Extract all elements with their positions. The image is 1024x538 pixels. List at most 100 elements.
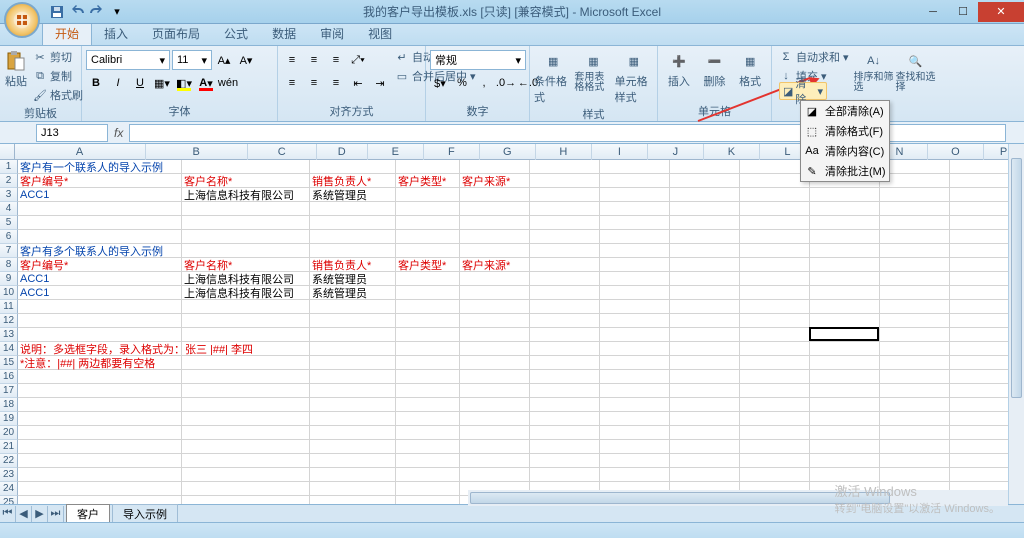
cell-F21[interactable] [530, 440, 600, 454]
percent-button[interactable]: % [452, 73, 472, 93]
cell-E23[interactable] [460, 468, 530, 482]
cell-F11[interactable] [530, 300, 600, 314]
align-left-button[interactable]: ≡ [282, 73, 302, 93]
cell-F10[interactable] [530, 286, 600, 300]
cell-F17[interactable] [530, 384, 600, 398]
cell-E15[interactable] [460, 356, 530, 370]
cell-B21[interactable] [182, 440, 310, 454]
cell-H3[interactable] [670, 188, 740, 202]
cell-F2[interactable] [530, 174, 600, 188]
font-name-combo[interactable]: Calibri▾ [86, 50, 170, 70]
cell-H20[interactable] [670, 426, 740, 440]
cell-K14[interactable] [880, 342, 950, 356]
row-header-24[interactable]: 24 [0, 482, 18, 496]
bold-button[interactable]: B [86, 73, 106, 93]
cell-G1[interactable] [600, 160, 670, 174]
cell-J19[interactable] [810, 412, 880, 426]
col-header-E[interactable]: E [368, 144, 424, 160]
cell-D14[interactable] [396, 342, 460, 356]
paste-button[interactable]: 粘贴 [4, 48, 28, 89]
cell-E6[interactable] [460, 230, 530, 244]
sheet-tab-0[interactable]: 客户 [66, 504, 110, 523]
row-header-23[interactable]: 23 [0, 468, 18, 482]
phonetic-button[interactable]: wén [218, 73, 238, 93]
cell-A23[interactable] [18, 468, 182, 482]
copy-button[interactable]: ⧉复制 [30, 67, 86, 85]
cell-I3[interactable] [740, 188, 810, 202]
undo-icon[interactable] [68, 3, 86, 21]
cell-K21[interactable] [880, 440, 950, 454]
row-header-2[interactable]: 2 [0, 174, 18, 188]
cell-F19[interactable] [530, 412, 600, 426]
cell-C21[interactable] [310, 440, 396, 454]
cell-H2[interactable] [670, 174, 740, 188]
cell-I20[interactable] [740, 426, 810, 440]
find-select-button[interactable]: 🔍查找和选择 [896, 48, 936, 93]
cell-A22[interactable] [18, 454, 182, 468]
cell-C16[interactable] [310, 370, 396, 384]
shrink-font-button[interactable]: A▾ [236, 50, 256, 70]
minimize-button[interactable]: ─ [918, 2, 948, 22]
cell-G16[interactable] [600, 370, 670, 384]
cell-H21[interactable] [670, 440, 740, 454]
cell-E10[interactable] [460, 286, 530, 300]
cell-J17[interactable] [810, 384, 880, 398]
clear-menu-item-0[interactable]: ◪全部清除(A) [801, 101, 889, 121]
cell-F18[interactable] [530, 398, 600, 412]
grow-font-button[interactable]: A▴ [214, 50, 234, 70]
clear-menu-item-3[interactable]: ✎清除批注(M) [801, 161, 889, 181]
format-painter-button[interactable]: 🖌格式刷 [30, 86, 86, 104]
cell-H12[interactable] [670, 314, 740, 328]
cell-E11[interactable] [460, 300, 530, 314]
redo-icon[interactable] [88, 3, 106, 21]
cell-G5[interactable] [600, 216, 670, 230]
cell-styles-button[interactable]: ▦单元格样式 [615, 48, 653, 105]
insert-cells-button[interactable]: ➕插入 [662, 48, 696, 89]
cell-A8[interactable]: 客户编号* [18, 258, 182, 272]
cell-C13[interactable] [310, 328, 396, 342]
cell-F13[interactable] [530, 328, 600, 342]
col-header-K[interactable]: K [704, 144, 760, 160]
col-header-H[interactable]: H [536, 144, 592, 160]
font-size-combo[interactable]: 11▾ [172, 50, 212, 70]
cell-F20[interactable] [530, 426, 600, 440]
cell-F7[interactable] [530, 244, 600, 258]
clear-menu-item-2[interactable]: Aa清除内容(C) [801, 141, 889, 161]
row-header-7[interactable]: 7 [0, 244, 18, 258]
cell-A16[interactable] [18, 370, 182, 384]
horizontal-scrollbar[interactable] [468, 490, 1008, 506]
qat-dropdown-icon[interactable]: ▾ [108, 3, 126, 21]
cell-K13[interactable] [880, 328, 950, 342]
save-icon[interactable] [48, 3, 66, 21]
cell-K15[interactable] [880, 356, 950, 370]
cell-B17[interactable] [182, 384, 310, 398]
cell-G15[interactable] [600, 356, 670, 370]
cell-I8[interactable] [740, 258, 810, 272]
cell-J5[interactable] [810, 216, 880, 230]
vertical-scroll-thumb[interactable] [1011, 158, 1022, 398]
row-headers[interactable]: 1234567891011121314151617181920212223242… [0, 160, 18, 510]
cell-I18[interactable] [740, 398, 810, 412]
cell-B3[interactable]: 上海信息科技有限公司 [182, 188, 310, 202]
cell-D10[interactable] [396, 286, 460, 300]
cell-B23[interactable] [182, 468, 310, 482]
row-header-9[interactable]: 9 [0, 272, 18, 286]
cell-A15[interactable]: *注意：|##| 两边都要有空格 [18, 356, 182, 370]
cell-E9[interactable] [460, 272, 530, 286]
ribbon-tab-3[interactable]: 公式 [212, 22, 260, 45]
cell-I15[interactable] [740, 356, 810, 370]
ribbon-tab-4[interactable]: 数据 [260, 22, 308, 45]
cell-A24[interactable] [18, 482, 182, 496]
row-header-5[interactable]: 5 [0, 216, 18, 230]
cell-A21[interactable] [18, 440, 182, 454]
cell-C23[interactable] [310, 468, 396, 482]
ribbon-tab-0[interactable]: 开始 [42, 21, 92, 45]
row-header-6[interactable]: 6 [0, 230, 18, 244]
cell-J15[interactable] [810, 356, 880, 370]
font-color-button[interactable]: A▾ [196, 73, 216, 93]
cell-A3[interactable]: ACC1 [18, 188, 182, 202]
cell-C3[interactable]: 系统管理员 [310, 188, 396, 202]
cell-C10[interactable]: 系统管理员 [310, 286, 396, 300]
cell-B19[interactable] [182, 412, 310, 426]
cell-I23[interactable] [740, 468, 810, 482]
